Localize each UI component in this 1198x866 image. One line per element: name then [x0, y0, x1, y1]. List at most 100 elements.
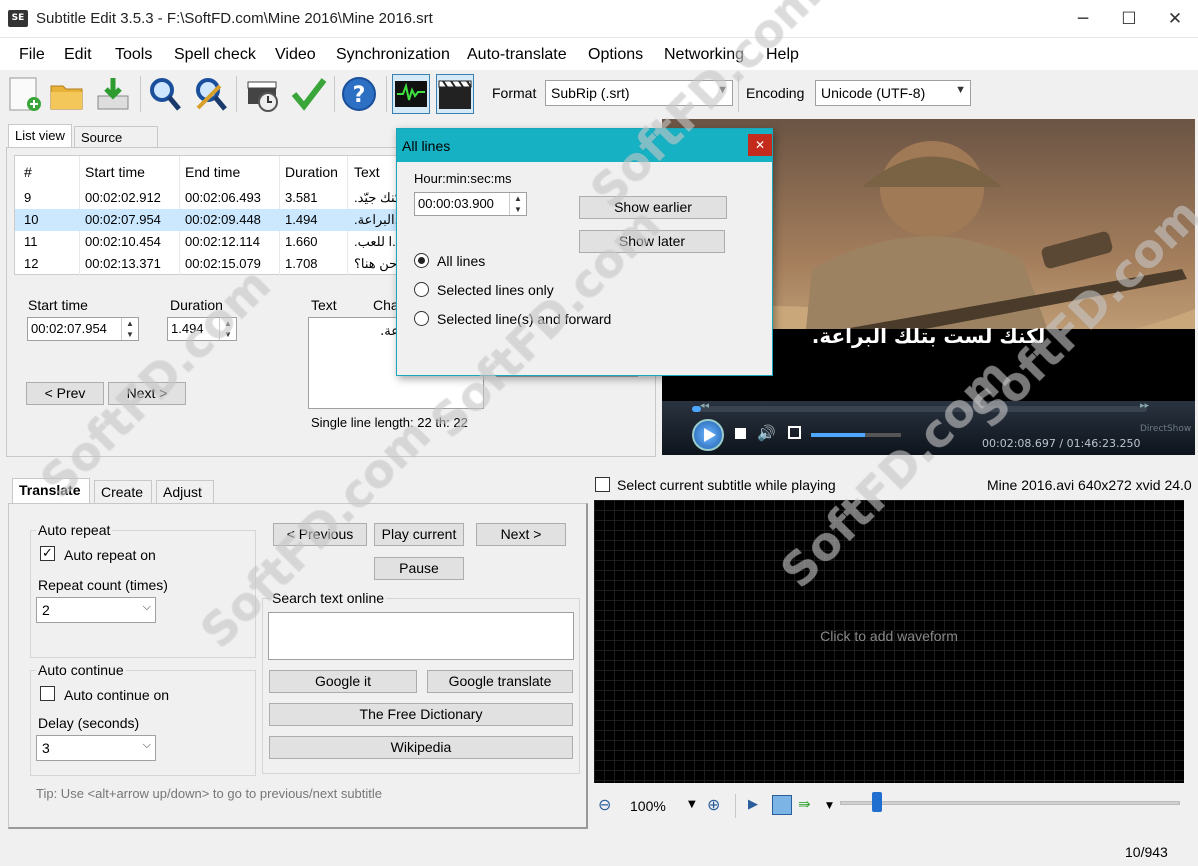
chevron-down-icon: ⌵ [142, 739, 151, 751]
format-select[interactable]: SubRip (.srt) ▼ [545, 80, 733, 106]
menu-video[interactable]: Video [275, 46, 316, 64]
radio-all-lines[interactable] [414, 253, 429, 268]
dialog-title-bar: All lines ✕ [397, 129, 772, 162]
prev-button[interactable]: < Prev [26, 382, 104, 405]
encoding-select[interactable]: Unicode (UTF-8) ▼ [815, 80, 971, 106]
dialog-close-button[interactable]: ✕ [748, 134, 772, 156]
radio-selected-only[interactable] [414, 282, 429, 297]
spin-arrows-icon[interactable]: ▲ ▼ [219, 318, 236, 340]
zoom-level[interactable]: 100% [630, 798, 666, 814]
open-folder-icon[interactable] [48, 74, 86, 114]
maximize-button[interactable]: ☐ [1106, 0, 1152, 38]
wikipedia-button[interactable]: Wikipedia [269, 736, 573, 759]
menu-file[interactable]: File [19, 46, 45, 64]
menu-edit[interactable]: Edit [64, 46, 92, 64]
previous-button[interactable]: < Previous [273, 523, 367, 546]
help-icon[interactable]: ? [340, 74, 378, 114]
cell-num: 9 [24, 190, 32, 205]
fast-forward-icon[interactable]: ▸▸ [1140, 401, 1149, 411]
tab-source-view[interactable]: Source view [74, 126, 158, 160]
col-header-start[interactable]: Start time [85, 164, 145, 180]
menu-tools[interactable]: Tools [115, 46, 152, 64]
delay-label: Delay (seconds) [38, 715, 140, 731]
fullscreen-icon[interactable] [788, 426, 801, 439]
cell-dur: 1.494 [285, 212, 318, 227]
col-header-number[interactable]: # [24, 164, 32, 180]
play-selection-icon[interactable]: ▶ [748, 797, 758, 812]
auto-continue-checkbox[interactable] [40, 686, 55, 701]
search-text-input[interactable] [268, 612, 574, 660]
auto-repeat-on-label: Auto repeat on [64, 547, 156, 563]
find-icon[interactable] [146, 74, 184, 114]
auto-continue-on-label: Auto continue on [64, 687, 170, 703]
duration-label: Duration [170, 297, 223, 313]
chevron-down-icon[interactable]: ▼ [688, 799, 696, 810]
chevron-down-icon[interactable]: ▼ [826, 801, 833, 811]
waveform-position-slider[interactable] [840, 801, 1180, 805]
col-header-end[interactable]: End time [185, 164, 240, 180]
zoom-out-icon[interactable]: ⊖ [598, 795, 611, 814]
close-button[interactable]: ✕ [1152, 0, 1198, 38]
tab-list-view[interactable]: List view [8, 124, 72, 148]
cell-num: 10 [24, 212, 39, 227]
menu-spell-check[interactable]: Spell check [174, 46, 256, 64]
menu-synchronization[interactable]: Synchronization [336, 46, 450, 64]
spin-arrows-icon[interactable]: ▲ ▼ [121, 318, 138, 340]
new-file-icon[interactable] [6, 74, 44, 114]
title-bar: SE Subtitle Edit 3.5.3 - F:\SoftFD.com\M… [0, 0, 1198, 38]
google-translate-button[interactable]: Google translate [427, 670, 573, 693]
volume-icon[interactable]: 🔊 [757, 424, 776, 442]
auto-continue-group-label: Auto continue [36, 662, 126, 678]
volume-slider[interactable] [811, 433, 901, 437]
next-translate-button[interactable]: Next > [476, 523, 566, 546]
tip-text: Tip: Use <alt+arrow up/down> to go to pr… [36, 786, 383, 801]
auto-repeat-checkbox[interactable]: ✓ [40, 546, 55, 561]
tab-translate[interactable]: Translate [12, 478, 90, 504]
spin-arrows-icon[interactable]: ▲ ▼ [509, 193, 526, 215]
col-header-duration[interactable]: Duration [285, 164, 338, 180]
tab-adjust[interactable]: Adjust [156, 480, 214, 504]
menu-networking[interactable]: Networking [664, 46, 744, 64]
video-toggle-icon[interactable] [436, 74, 474, 114]
spell-check-icon[interactable] [290, 74, 328, 114]
show-earlier-button[interactable]: Show earlier [579, 196, 727, 219]
repeat-count-select[interactable]: 2 ⌵ [36, 597, 156, 623]
col-header-text[interactable]: Text [354, 164, 380, 180]
play-button[interactable] [692, 419, 724, 451]
seek-bar[interactable] [692, 406, 1147, 412]
waveform-placeholder: Click to add waveform [820, 628, 958, 644]
slider-thumb[interactable] [872, 792, 882, 812]
replace-icon[interactable] [192, 74, 230, 114]
show-later-button[interactable]: Show later [579, 230, 725, 253]
menu-help[interactable]: Help [766, 46, 799, 64]
waveform-toggle-icon[interactable] [392, 74, 430, 114]
video-info: Mine 2016.avi 640x272 xvid 24.0 [987, 477, 1192, 493]
free-dictionary-button[interactable]: The Free Dictionary [269, 703, 573, 726]
tab-create[interactable]: Create [94, 480, 152, 504]
menu-auto-translate[interactable]: Auto-translate [467, 46, 567, 64]
visual-sync-icon[interactable] [244, 74, 282, 114]
play-current-button[interactable]: Play current [374, 523, 464, 546]
radio-selected-forward[interactable] [414, 311, 429, 326]
pause-button[interactable]: Pause [374, 557, 464, 580]
repeat-count-label: Repeat count (times) [38, 577, 168, 593]
dialog-time-input[interactable]: 00:00:03.900 ▲ ▼ [414, 192, 527, 216]
duration-input[interactable]: 1.494 ▲ ▼ [167, 317, 237, 341]
start-time-input[interactable]: 00:02:07.954 ▲ ▼ [27, 317, 139, 341]
menu-bar: File Edit Tools Spell check Video Synchr… [0, 38, 1198, 70]
stop-icon[interactable] [735, 428, 746, 439]
save-download-icon[interactable] [94, 74, 132, 114]
auto-repeat-group-label: Auto repeat [36, 522, 113, 538]
zoom-in-icon[interactable]: ⊕ [707, 795, 720, 814]
delay-select[interactable]: 3 ⌵ [36, 735, 156, 761]
google-it-button[interactable]: Google it [269, 670, 417, 693]
all-lines-dialog: All lines ✕ Hour:min:sec:ms 00:00:03.900… [396, 128, 773, 376]
next-button[interactable]: Next > [108, 382, 186, 405]
select-current-checkbox[interactable] [595, 477, 610, 492]
waveform-panel[interactable]: Click to add waveform [594, 500, 1184, 783]
minimize-button[interactable]: ─ [1060, 0, 1106, 38]
menu-options[interactable]: Options [588, 46, 643, 64]
rewind-icon[interactable]: ◂◂ [700, 401, 709, 411]
forward-arrows-icon[interactable]: ⇛ [798, 795, 811, 813]
grid-toggle-icon[interactable] [772, 795, 792, 815]
